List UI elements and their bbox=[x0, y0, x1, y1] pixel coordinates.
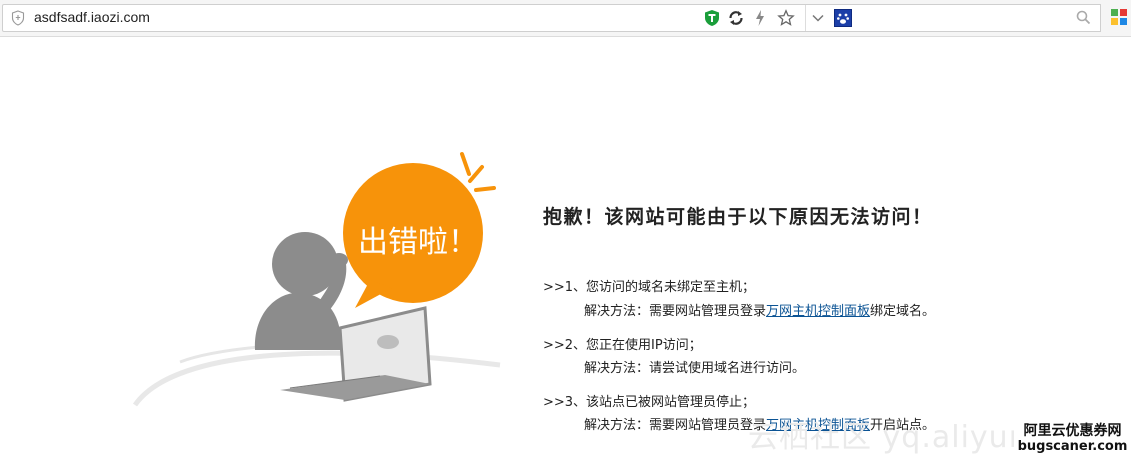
reason-3: >>3、该站点已被网站管理员停止； bbox=[543, 395, 756, 410]
address-bar[interactable]: asdfsadf.iaozi.com bbox=[2, 4, 830, 32]
reason-2: >>2、您正在使用IP访问； bbox=[543, 338, 702, 353]
lightning-icon[interactable] bbox=[751, 9, 769, 27]
solution-2: 解决方法：请尝试使用域名进行访问。 bbox=[584, 357, 805, 376]
extension-icon[interactable] bbox=[1110, 8, 1128, 26]
watermark-line2: bugscaner.com bbox=[1017, 439, 1128, 454]
watermark-line1: 阿里云优惠券网 bbox=[1023, 423, 1122, 439]
dropdown-icon[interactable] bbox=[809, 9, 827, 27]
search-input[interactable] bbox=[856, 7, 1070, 29]
control-panel-link-1[interactable]: 万网主机控制面板 bbox=[766, 304, 870, 319]
solution-1-prefix: 解决方法：需要网站管理员登录 bbox=[584, 304, 767, 319]
background-watermark: 云栖社区 yq.aliyun bbox=[748, 420, 1029, 455]
browser-toolbar: asdfsadf.iaozi.com bbox=[0, 0, 1131, 37]
solution-3-prefix: 解决方法：需要网站管理员登录 bbox=[584, 418, 767, 433]
solution-1-suffix: 绑定域名。 bbox=[870, 304, 936, 319]
person-figure bbox=[254, 232, 348, 350]
site-watermark: 阿里云优惠券网 bugscaner.com bbox=[1014, 420, 1131, 458]
search-bar[interactable] bbox=[828, 4, 1101, 32]
reason-1: >>1、您访问的域名未绑定至主机； bbox=[543, 280, 756, 295]
solution-1: 解决方法：需要网站管理员登录万网主机控制面板绑定域名。 bbox=[584, 300, 935, 319]
error-title: 抱歉！该网站可能由于以下原因无法访问！ bbox=[543, 206, 933, 228]
page-shield-icon[interactable] bbox=[11, 10, 25, 26]
alert-marks bbox=[460, 152, 496, 192]
refresh-icon[interactable] bbox=[727, 9, 745, 27]
error-illustration bbox=[132, 152, 501, 407]
url-text[interactable]: asdfsadf.iaozi.com bbox=[34, 9, 150, 25]
solution-2-prefix: 解决方法：请尝试使用域名进行访问。 bbox=[584, 361, 806, 376]
star-icon[interactable] bbox=[777, 9, 795, 27]
search-engine-icon[interactable] bbox=[834, 9, 852, 27]
search-icon[interactable] bbox=[1076, 10, 1091, 29]
security-shield-icon[interactable] bbox=[703, 9, 721, 27]
bubble-label: 出错啦！ bbox=[358, 225, 478, 260]
